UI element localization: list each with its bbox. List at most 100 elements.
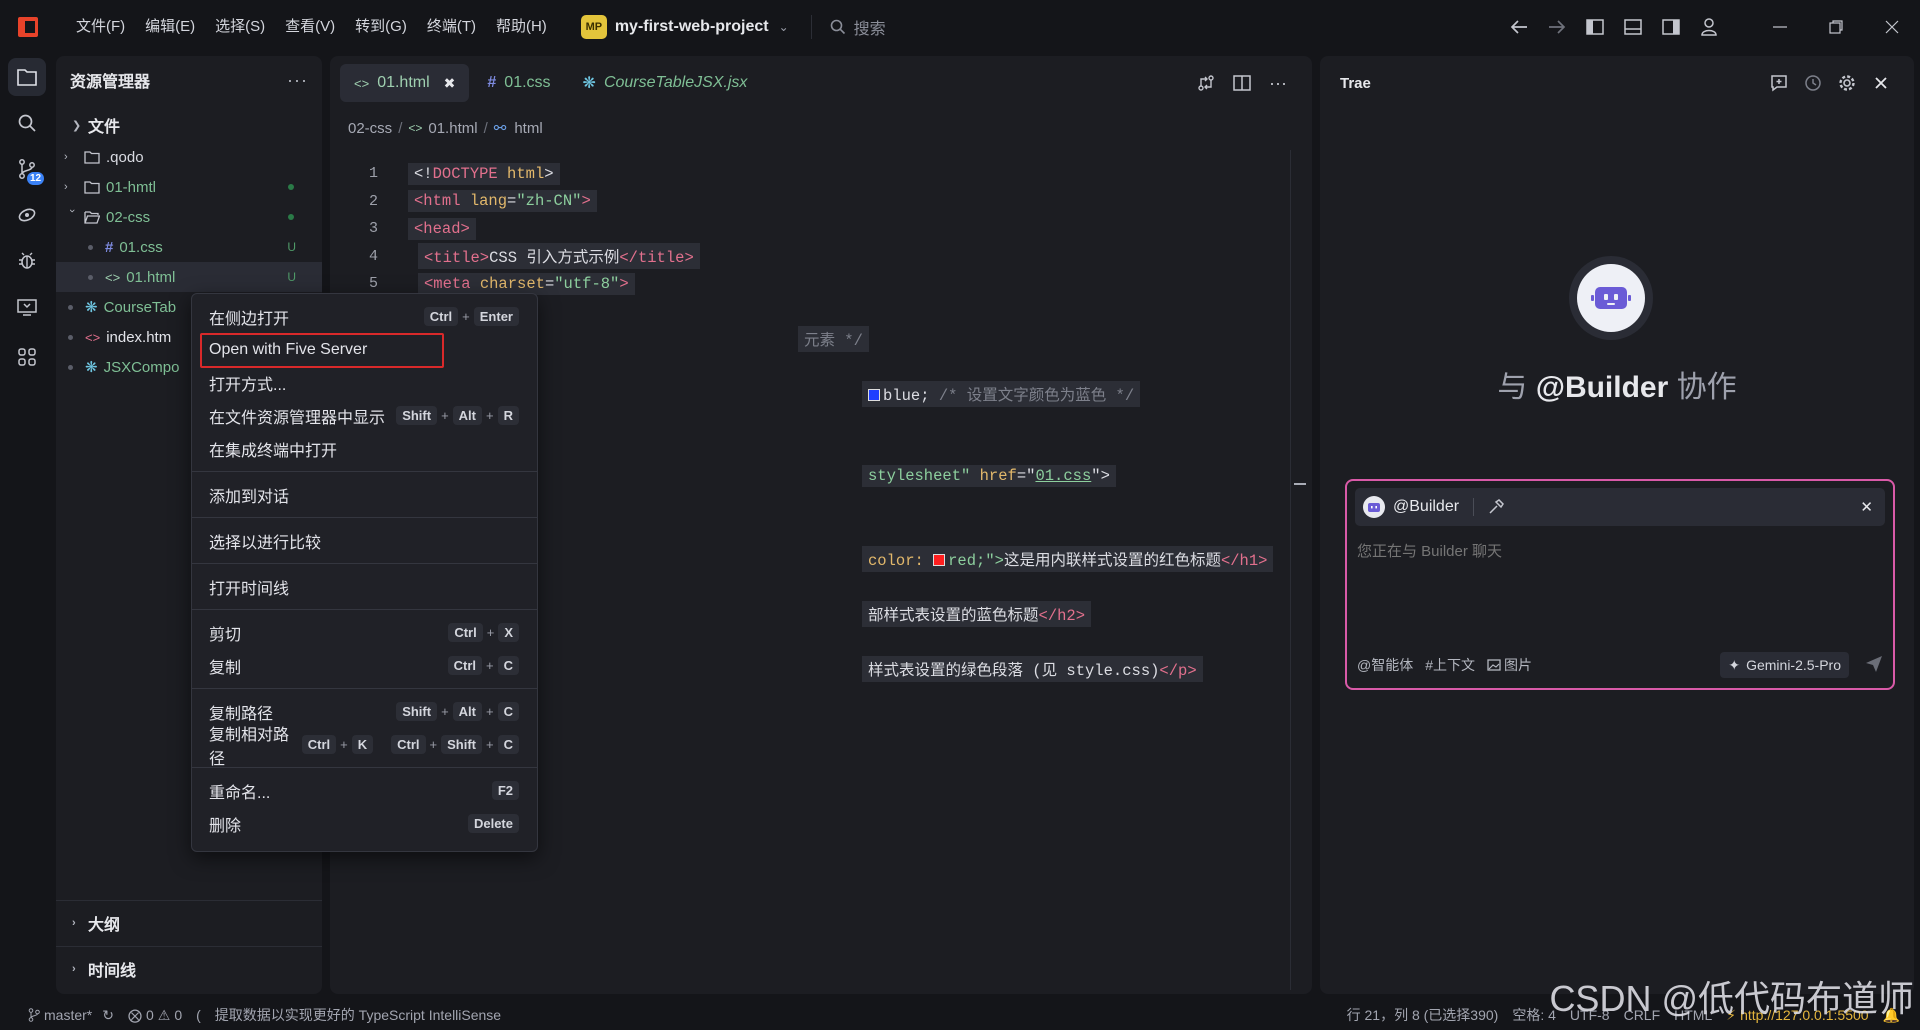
menu-item-reveal-in-explorer[interactable]: 在文件资源管理器中显示 Shift + Alt + R bbox=[192, 399, 537, 432]
tree-item-qodo[interactable]: › .qodo bbox=[56, 142, 322, 172]
toggle-left-panel-icon[interactable] bbox=[1576, 0, 1614, 54]
timeline-section[interactable]: › 时间线 bbox=[56, 946, 322, 990]
menu-item-select-for-compare[interactable]: 选择以进行比较 bbox=[192, 524, 537, 557]
tree-item-01-css[interactable]: # 01.css U bbox=[56, 232, 322, 262]
context-chip[interactable]: #上下文 bbox=[1425, 655, 1475, 675]
color-swatch[interactable] bbox=[933, 553, 946, 566]
menu-separator bbox=[192, 563, 537, 564]
tab-01-html[interactable]: <> 01.html ✖ bbox=[340, 64, 470, 102]
menu-item-label: 复制相对路径 bbox=[209, 726, 290, 768]
chevron-down-icon: ❯ bbox=[72, 119, 82, 132]
toggle-bottom-panel-icon[interactable] bbox=[1614, 0, 1652, 54]
menu-selection[interactable]: 选择(S) bbox=[205, 0, 275, 54]
code-text: 元素 */ bbox=[798, 325, 869, 352]
gear-icon[interactable] bbox=[1830, 56, 1864, 110]
breadcrumb-item[interactable]: 02-css bbox=[348, 120, 392, 137]
compare-changes-icon[interactable] bbox=[1188, 56, 1224, 110]
breadcrumb-item[interactable]: html bbox=[514, 120, 542, 137]
timeline-label: 时间线 bbox=[88, 962, 137, 980]
html-file-icon: <> bbox=[354, 75, 370, 91]
remote-explorer-icon[interactable] bbox=[0, 284, 54, 330]
explorer-icon[interactable] bbox=[0, 54, 54, 100]
cursor-position[interactable]: 行 21，列 8 (已选择390) bbox=[1347, 1005, 1499, 1025]
restore-icon[interactable] bbox=[1808, 0, 1864, 54]
menu-item-open-timeline[interactable]: 打开时间线 bbox=[192, 570, 537, 603]
menu-edit[interactable]: 编辑(E) bbox=[135, 0, 205, 54]
extensions-icon[interactable] bbox=[0, 334, 54, 380]
image-chip[interactable]: 图片 bbox=[1487, 655, 1532, 675]
close-icon[interactable] bbox=[1864, 56, 1898, 110]
tab-coursetablejsx[interactable]: ❋ CourseTableJSX.jsx bbox=[569, 64, 762, 102]
close-icon[interactable]: ✕ bbox=[1860, 498, 1873, 516]
scrollbar-marker[interactable] bbox=[1294, 483, 1306, 485]
source-control-icon[interactable]: 12 bbox=[0, 146, 54, 192]
files-section-header[interactable]: ❯ 文件 bbox=[56, 108, 322, 142]
more-actions-icon[interactable]: ··· bbox=[1260, 56, 1296, 110]
editor-tab-bar: <> 01.html ✖ # 01.css ❋ CourseTableJSX.j… bbox=[330, 56, 1312, 110]
account-icon[interactable] bbox=[1690, 0, 1728, 54]
tree-item-02-css[interactable]: › 02-css bbox=[56, 202, 322, 232]
breadcrumb: 02-css / <> 01.html / ⚯ html bbox=[330, 110, 1312, 146]
chat-input[interactable] bbox=[1357, 543, 1877, 560]
tree-item-01-html[interactable]: <> 01.html U bbox=[56, 262, 322, 292]
tree-item-label: CourseTab bbox=[103, 298, 177, 316]
agent-chip[interactable]: @智能体 bbox=[1357, 655, 1413, 675]
search-box[interactable]: 搜索 bbox=[830, 15, 886, 39]
debug-icon[interactable] bbox=[0, 238, 54, 284]
model-name: Gemini-2.5-Pro bbox=[1746, 657, 1841, 673]
breadcrumb-item[interactable]: 01.html bbox=[428, 120, 477, 137]
tree-item-label: .qodo bbox=[106, 148, 144, 166]
menu-view[interactable]: 查看(V) bbox=[275, 0, 345, 54]
menu-help[interactable]: 帮助(H) bbox=[486, 0, 557, 54]
branch-status[interactable]: master* ↻ bbox=[28, 1007, 114, 1024]
line-number: 5 bbox=[368, 275, 378, 293]
menu-item-copy-relative-path[interactable]: 复制相对路径 Ctrl + K Ctrl + Shift + C bbox=[192, 727, 537, 768]
menu-item-copy[interactable]: 复制 Ctrl + C bbox=[192, 649, 537, 682]
remote-icon[interactable] bbox=[0, 192, 54, 238]
chat-footer: @智能体 #上下文 图片 ✦ Gemini-2.5-Pro bbox=[1357, 652, 1887, 678]
send-icon[interactable] bbox=[1865, 655, 1883, 676]
close-window-icon[interactable] bbox=[1864, 0, 1920, 54]
menu-item-open-with-five-server[interactable]: Open with Five Server bbox=[192, 333, 537, 368]
folder-open-icon bbox=[84, 211, 100, 224]
menu-item-open-to-side[interactable]: 在侧边打开 Ctrl + Enter bbox=[192, 300, 537, 333]
context-menu: 在侧边打开 Ctrl + Enter Open with Five Server 打… bbox=[191, 293, 538, 852]
new-chat-icon[interactable] bbox=[1762, 56, 1796, 110]
menu-item-rename[interactable]: 重命名... F2 bbox=[192, 774, 537, 807]
tab-01-css[interactable]: # 01.css bbox=[473, 64, 564, 102]
menu-item-label: 在侧边打开 bbox=[209, 310, 290, 328]
split-editor-icon[interactable] bbox=[1224, 56, 1260, 110]
menu-item-open-with[interactable]: 打开方式... bbox=[192, 366, 537, 399]
menu-item-delete[interactable]: 删除 Delete bbox=[192, 807, 537, 840]
forward-arrow-icon[interactable] bbox=[1538, 0, 1576, 54]
model-selector[interactable]: ✦ Gemini-2.5-Pro bbox=[1720, 652, 1849, 678]
agent-selector[interactable]: @Builder ✕ bbox=[1355, 488, 1885, 526]
tree-item-label: 01.html bbox=[126, 268, 176, 286]
close-icon[interactable]: ✖ bbox=[444, 75, 456, 92]
color-swatch[interactable] bbox=[868, 388, 880, 401]
menu-file[interactable]: 文件(F) bbox=[66, 0, 135, 54]
toggle-right-panel-icon[interactable] bbox=[1652, 0, 1690, 54]
more-actions-icon[interactable]: ··· bbox=[287, 70, 308, 91]
sync-icon[interactable]: ↻ bbox=[102, 1007, 114, 1024]
problems-status[interactable]: ⨂ 0 ⚠ 0 bbox=[128, 1007, 182, 1024]
menu-item-cut[interactable]: 剪切 Ctrl + X bbox=[192, 616, 537, 649]
minimize-icon[interactable] bbox=[1752, 0, 1808, 54]
hammer-icon[interactable] bbox=[1488, 499, 1505, 515]
menu-item-open-in-terminal[interactable]: 在集成终端中打开 bbox=[192, 432, 537, 465]
tree-item-label: 01.css bbox=[119, 238, 163, 256]
line-number: 4 bbox=[368, 247, 378, 265]
menu-go[interactable]: 转到(G) bbox=[345, 0, 417, 54]
back-arrow-icon[interactable] bbox=[1500, 0, 1538, 54]
chevron-down-icon: › bbox=[66, 209, 78, 213]
menu-terminal[interactable]: 终端(T) bbox=[417, 0, 486, 54]
outline-section[interactable]: › 大纲 bbox=[56, 900, 322, 944]
menu-item-label: 选择以进行比较 bbox=[209, 534, 322, 552]
history-icon[interactable] bbox=[1796, 56, 1830, 110]
error-icon: ⨂ bbox=[127, 1006, 142, 1023]
project-switcher[interactable]: MP my-first-web-project ⌄ bbox=[580, 0, 789, 54]
tree-item-01-hmtl[interactable]: › 01-hmtl bbox=[56, 172, 322, 202]
tree-guide-dot bbox=[68, 304, 73, 310]
search-icon[interactable] bbox=[0, 100, 54, 146]
menu-item-add-to-chat[interactable]: 添加到对话 bbox=[192, 478, 537, 511]
